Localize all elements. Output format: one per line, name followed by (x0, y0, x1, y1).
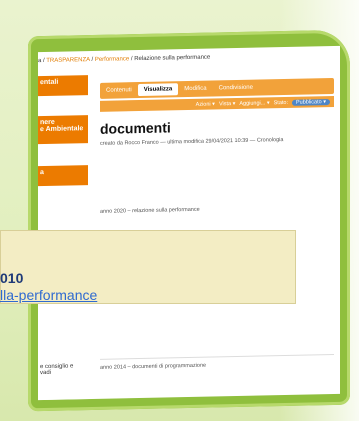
nav-item-1-label: entali (40, 78, 59, 87)
breadcrumb: a / TRASPARENZA / Performance / Relazion… (38, 52, 340, 72)
nav-item-1[interactable]: entali (38, 75, 88, 97)
breadcrumb-page: Relazione sulla performance (134, 54, 211, 63)
breadcrumb-section[interactable]: TRASPARENZA (46, 57, 90, 64)
document-title: documenti (100, 119, 171, 137)
breadcrumb-prefix: a / (38, 57, 47, 65)
display-menu[interactable]: Vista ▾ (219, 101, 235, 107)
tab-edit[interactable]: Modifica (178, 86, 212, 93)
nav-item-2[interactable]: nere e Ambientale (38, 115, 88, 145)
state-label: Stato: (273, 99, 289, 106)
list-item[interactable]: anno 2020 – relazione sulla performance (100, 207, 200, 215)
website-screenshot: a / TRASPARENZA / Performance / Relazion… (38, 45, 340, 401)
nav-item-bottom[interactable]: e consiglio e vadi (38, 361, 88, 392)
list-item[interactable]: anno 2014 – documenti di programmazione (100, 363, 206, 371)
divider (100, 353, 334, 360)
callout-url-link[interactable]: lla-performance (0, 287, 97, 303)
document-meta: creato da Rocco Franco — ultima modifica… (100, 137, 284, 147)
content-toolbar: Azioni ▾ Vista ▾ Aggiungi... ▾ Stato: Pu… (100, 95, 334, 112)
nav-item-3-label: e Ambientale (40, 125, 84, 134)
tab-sharing[interactable]: Condivisione (213, 85, 259, 92)
tab-view[interactable]: Visualizza (137, 83, 179, 97)
callout-year-text: 010 (0, 270, 24, 286)
nav-item-4[interactable]: a (38, 165, 88, 187)
nav-item-4-label: a (40, 169, 44, 177)
actions-menu[interactable]: Azioni ▾ (196, 101, 215, 107)
add-menu[interactable]: Aggiungi... ▾ (239, 100, 269, 107)
breadcrumb-subsection[interactable]: Performance (95, 56, 129, 63)
tab-contents[interactable]: Contenuti (100, 87, 138, 94)
publish-state-button[interactable]: Pubblicato ▾ (292, 98, 330, 106)
